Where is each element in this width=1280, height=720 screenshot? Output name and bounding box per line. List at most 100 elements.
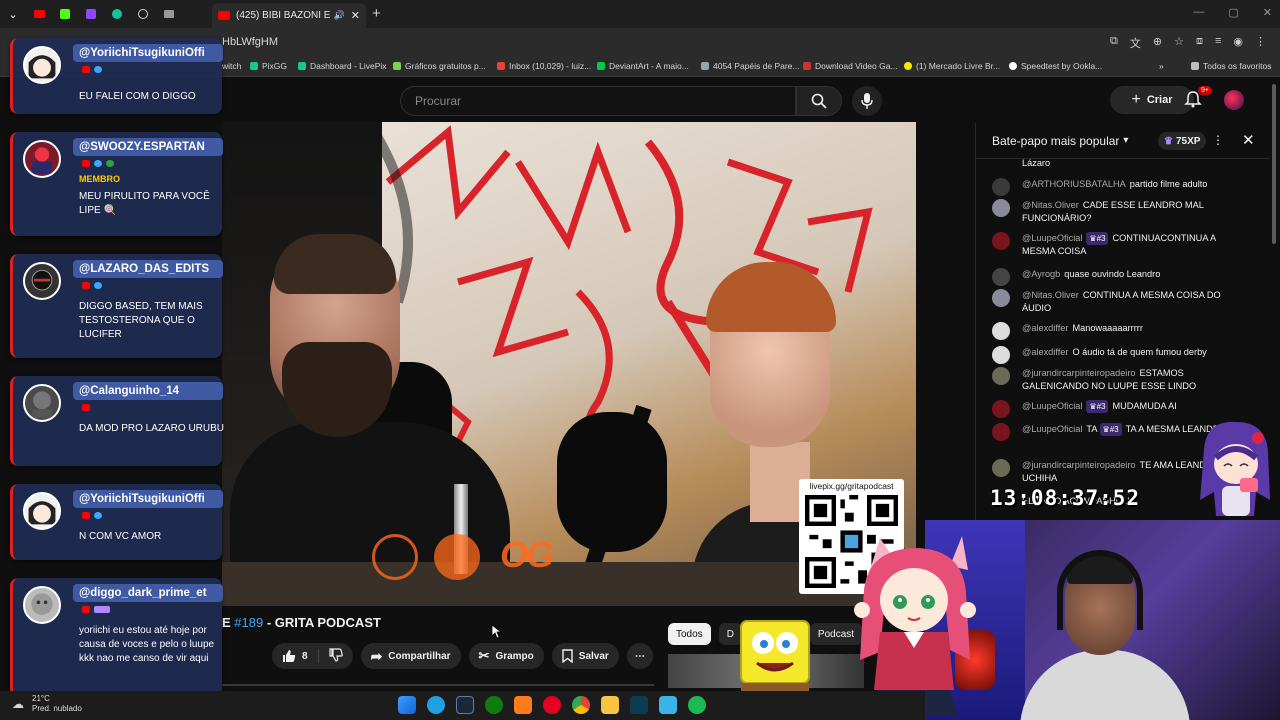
bookmark-item[interactable]: DeviantArt - A maio...	[597, 61, 689, 71]
close-chat-icon[interactable]: ✕	[1242, 131, 1255, 149]
chrome-icon[interactable]	[572, 696, 590, 714]
create-button[interactable]: + Criar	[1110, 86, 1194, 114]
bookmark-item[interactable]: Speedtest by Ookla...	[1009, 61, 1102, 71]
create-label: Criar	[1146, 94, 1173, 106]
avatar[interactable]	[992, 322, 1010, 340]
overlay-chat-card: @SWOOZY.ESPARTAN MEMBRO MEU PIRULITO PAR…	[10, 132, 223, 236]
toolbar-icons: ⧉ 文 ⊕ ☆ ⧈ ≡ ◉ ⋮	[1110, 35, 1266, 51]
pinned-tab-youtube-icon[interactable]	[26, 0, 52, 28]
pinterest-icon[interactable]	[543, 696, 561, 714]
like-button[interactable]: 8	[272, 649, 319, 663]
reading-list-icon[interactable]: ≡	[1215, 35, 1221, 51]
more-actions-button[interactable]: ⋯	[626, 643, 653, 669]
spotify-icon[interactable]	[688, 696, 706, 714]
file-explorer-icon[interactable]	[601, 696, 619, 714]
avatar	[23, 384, 61, 422]
bookmark-item[interactable]: (1) Mercado Livre Br...	[904, 61, 1000, 71]
share-arrow-icon: ➦	[370, 647, 383, 664]
youtube-badge-icon	[82, 66, 90, 73]
chip-all[interactable]: Todos	[668, 623, 711, 645]
bookmark-star-icon[interactable]: ☆	[1174, 35, 1184, 51]
speaker-icon[interactable]: 🔊	[334, 10, 345, 21]
account-avatar[interactable]	[1224, 90, 1244, 110]
chat-menu-icon[interactable]: ⋮	[1212, 133, 1224, 147]
minimize-icon[interactable]: —	[1193, 6, 1204, 19]
weather-temp: 21°C	[32, 694, 50, 703]
badge-row	[82, 606, 110, 613]
clip-label: Grampo	[495, 650, 534, 662]
plus-icon: +	[1131, 91, 1141, 108]
pinned-tab-globe-icon[interactable]	[130, 0, 156, 28]
search-input[interactable]: Procurar	[400, 86, 796, 116]
pinned-tab-folder-icon[interactable]	[156, 0, 182, 28]
pinned-tab-kick-icon[interactable]	[52, 0, 78, 28]
avatar[interactable]	[992, 346, 1010, 364]
app-orange-icon[interactable]	[514, 696, 532, 714]
extensions-icon[interactable]: ⧈	[1196, 35, 1203, 51]
mouse-cursor-icon	[492, 625, 502, 639]
qr-label: livepix.gg/gritapodcast	[809, 481, 894, 491]
bookmark-item[interactable]: 4054 Papéis de Pare...	[701, 61, 799, 71]
avatar[interactable]	[992, 232, 1010, 250]
avatar[interactable]	[992, 423, 1010, 441]
xp-badge[interactable]: ♛ 75XP	[1158, 132, 1207, 150]
translate-icon[interactable]: 文	[1130, 35, 1141, 51]
close-window-icon[interactable]: ✕	[1263, 6, 1272, 19]
maximize-icon[interactable]: ▢	[1228, 6, 1238, 19]
new-tab-button[interactable]: +	[372, 5, 381, 22]
notepad-icon[interactable]	[659, 696, 677, 714]
browser-menu-icon[interactable]: ⋮	[1255, 35, 1266, 51]
close-tab-icon[interactable]: ✕	[351, 9, 360, 22]
avatar[interactable]	[992, 289, 1010, 307]
cast-icon[interactable]: ⧉	[1110, 35, 1118, 51]
weather-description: Pred. nublado	[32, 704, 82, 713]
dislike-button[interactable]	[319, 647, 353, 665]
bookmark-all-folder[interactable]: Todos os favoritos	[1191, 61, 1272, 71]
bookmark-item[interactable]: Download Video Ga...	[803, 61, 898, 71]
zoom-icon[interactable]: ⊕	[1153, 35, 1162, 51]
steam-icon[interactable]	[456, 696, 474, 714]
chevron-down-icon[interactable]: ▾	[1123, 135, 1128, 146]
overlay-username: @LAZARO_DAS_EDITS	[73, 260, 223, 278]
edge-icon[interactable]	[427, 696, 445, 714]
overlay-username: @SWOOZY.ESPARTAN	[73, 138, 223, 156]
avatar	[23, 586, 61, 624]
avatar[interactable]	[992, 459, 1010, 477]
chat-mode-selector[interactable]: Bate-papo mais popular	[992, 134, 1119, 148]
clip-button[interactable]: ✂ Grampo	[468, 643, 544, 669]
title-hashtag-link[interactable]: #189	[234, 615, 263, 630]
search-button[interactable]	[796, 86, 842, 116]
bookmarks-overflow-icon[interactable]: »	[1159, 61, 1164, 71]
voice-search-button[interactable]	[852, 86, 882, 116]
tab-list-chevron-icon[interactable]: ⌄	[0, 0, 26, 28]
pinned-tab-extension-icon[interactable]	[104, 0, 130, 28]
avatar[interactable]	[992, 268, 1010, 286]
xbox-icon[interactable]	[485, 696, 503, 714]
verified-badge-icon	[94, 512, 102, 519]
avatar[interactable]	[992, 367, 1010, 385]
bookmark-item[interactable]: PixGG	[250, 61, 287, 71]
bookmark-item[interactable]: Dashboard - LivePix	[298, 61, 387, 71]
avatar[interactable]	[992, 199, 1010, 217]
page-scrollbar[interactable]	[1272, 84, 1276, 244]
profile-icon[interactable]: ◉	[1233, 35, 1243, 51]
save-button[interactable]: Salvar	[551, 643, 619, 669]
url-text[interactable]: HbLWfgHM	[222, 36, 278, 48]
verified-badge-icon	[94, 282, 102, 289]
cloud-icon: ☁	[12, 697, 24, 711]
active-tab[interactable]: (425) BIBI BAZONI E LEANDRO 🔊 ✕	[212, 3, 366, 28]
chat-message: @jurandircarpinteiropadeiro ESTAMOS GALEN…	[992, 367, 1250, 393]
bookmark-item[interactable]: Gráficos gratuitos p...	[393, 61, 486, 71]
pinned-tab-twitch-icon[interactable]	[78, 0, 104, 28]
youtube-badge-icon	[82, 404, 90, 411]
windows-start-icon[interactable]	[398, 696, 416, 714]
overlay-username: @Calanguinho_14	[73, 382, 223, 400]
avatar	[23, 262, 61, 300]
avatar[interactable]	[992, 178, 1010, 196]
avatar[interactable]	[992, 400, 1010, 418]
bookmark-item[interactable]: Inbox (10,029) - luiz...	[497, 61, 591, 71]
chat-message: @Nitas.Oliver CONTINUA A MESMA COISA DO Á…	[992, 289, 1250, 315]
share-button[interactable]: ➦ Compartilhar	[360, 643, 461, 669]
browser-tab-strip: ⌄ (425) BIBI BAZONI E LEANDRO 🔊 ✕ + — ▢ …	[0, 0, 1280, 28]
terminal-icon[interactable]	[630, 696, 648, 714]
